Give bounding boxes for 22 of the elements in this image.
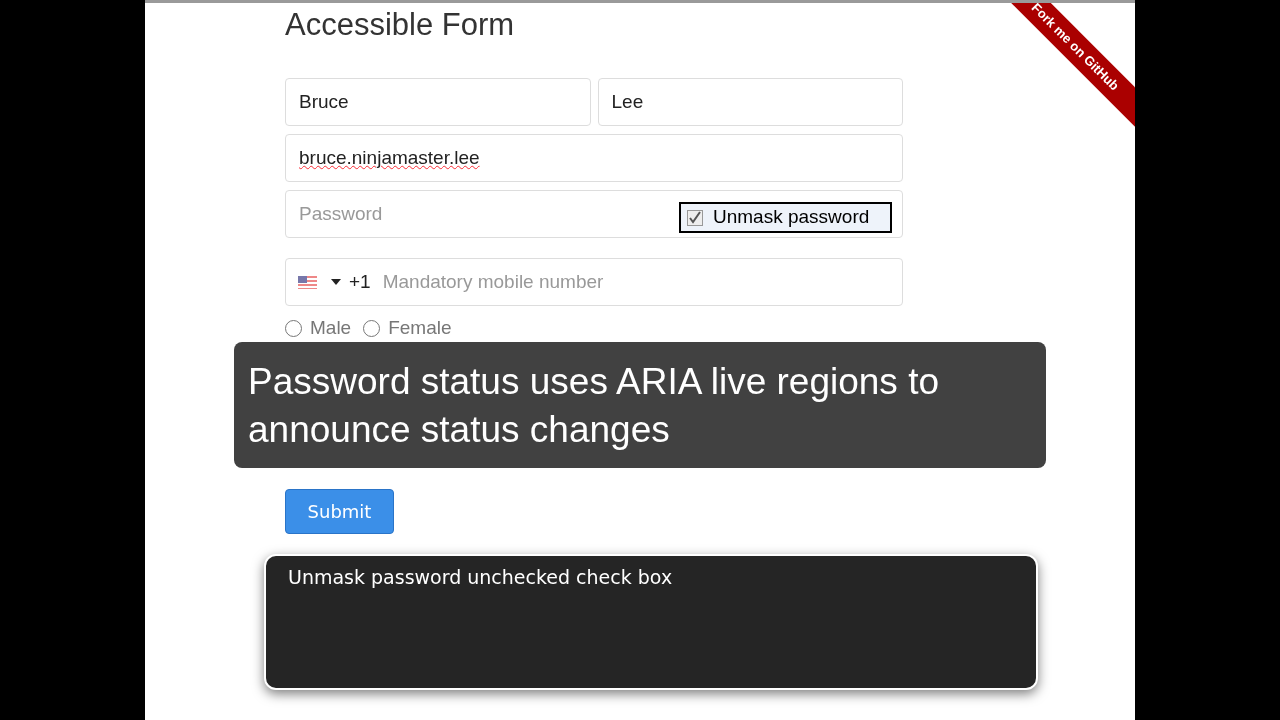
field-value: bruce.ninjamaster.lee <box>299 145 480 170</box>
phone-field[interactable]: +1 Mandatory mobile number <box>285 258 903 306</box>
caret-icon[interactable] <box>331 279 341 285</box>
caption-text: Password status uses ARIA live regions to announce status changes <box>248 360 940 452</box>
country-code: +1 <box>349 269 371 294</box>
checkbox[interactable] <box>687 209 703 226</box>
checkbox-label: Unmask password <box>713 205 870 230</box>
form-title: Accessible Form <box>285 6 516 44</box>
radio-button[interactable] <box>363 319 381 337</box>
radio-label: Female <box>388 316 452 340</box>
screen-reader-text: Unmask password unchecked check box <box>288 565 674 590</box>
last-name-field[interactable]: Lee <box>597 78 903 126</box>
unmask-password-checkbox[interactable]: Unmask password <box>679 202 892 233</box>
field-value: Lee <box>611 89 644 114</box>
first-name-field[interactable]: Bruce <box>285 78 591 126</box>
radio-button[interactable] <box>285 319 302 337</box>
username-field[interactable]: bruce.ninjamaster.lee <box>285 134 903 182</box>
radio-label: Male <box>310 316 352 340</box>
flag-icon <box>298 275 317 289</box>
placeholder-text: Mandatory mobile number <box>382 269 604 294</box>
placeholder-text: Password <box>299 201 383 226</box>
field-value: Bruce <box>299 89 349 114</box>
